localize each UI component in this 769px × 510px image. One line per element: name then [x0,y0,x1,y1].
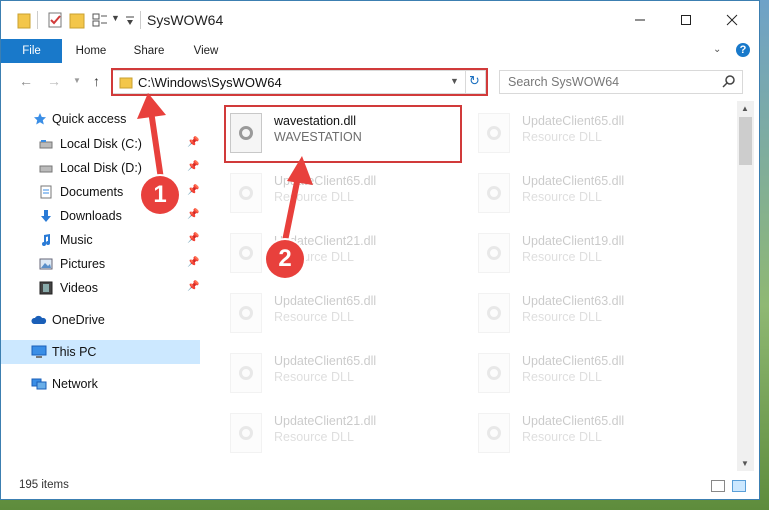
annotation-arrows [137,93,313,244]
arrow-1 [137,93,166,182]
step-2-badge: 2 [266,240,304,278]
step-1-badge: 1 [141,176,179,214]
arrow-2 [282,156,313,244]
file-explorer-window: ▼ SysWOW64 File Home Share View ⌄ ? ← → … [0,0,760,500]
